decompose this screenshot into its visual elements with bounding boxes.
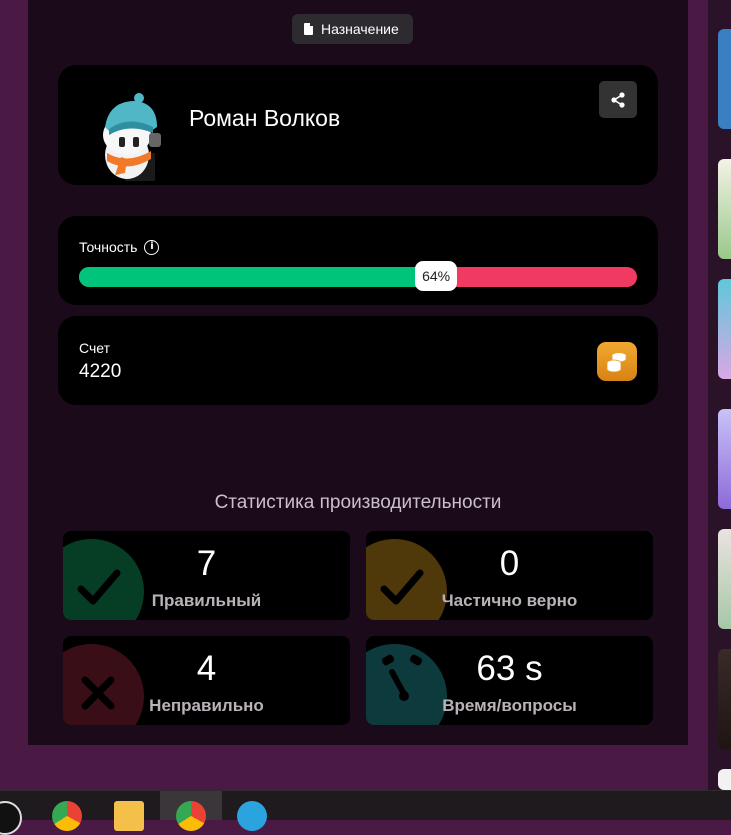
- thumbnail[interactable]: [718, 409, 731, 509]
- thumbnail[interactable]: [718, 769, 731, 790]
- score-card: Счет 4220: [58, 316, 658, 405]
- accuracy-bar-fill: [79, 267, 437, 287]
- score-value: 4220: [79, 361, 122, 382]
- stat-time-per-question: 63 s Время/вопросы: [366, 636, 653, 725]
- tiktok-icon[interactable]: [0, 801, 22, 835]
- accuracy-label-row: Точность i: [79, 239, 160, 255]
- thumbnail[interactable]: [718, 159, 731, 259]
- stat-correct: 7 Правильный: [63, 531, 350, 620]
- stats-title: Статистика производительности: [214, 492, 502, 513]
- accuracy-bar: [79, 267, 637, 287]
- thumbnail[interactable]: [718, 529, 731, 629]
- score-label: Счет: [79, 340, 110, 356]
- share-icon: [611, 91, 625, 108]
- thumbnail[interactable]: [718, 279, 731, 379]
- stat-partially-correct: 0 Частично верно: [366, 531, 653, 620]
- accuracy-percent-badge: 64%: [415, 261, 458, 291]
- stat-value: 4: [196, 649, 217, 688]
- taskbar: [0, 790, 731, 835]
- profile-card: Роман Волков: [58, 65, 658, 185]
- chrome-icon[interactable]: [176, 801, 206, 831]
- stat-value: 7: [196, 544, 217, 583]
- stat-value: 63 s: [476, 649, 543, 688]
- info-icon[interactable]: i: [144, 239, 160, 255]
- document-icon: [304, 23, 313, 35]
- user-name: Роман Волков: [189, 105, 341, 131]
- assignment-chip[interactable]: Назначение: [292, 14, 413, 44]
- assignment-chip-label: Назначение: [321, 21, 399, 37]
- share-button[interactable]: [599, 81, 637, 118]
- folder-icon[interactable]: [114, 801, 144, 831]
- stat-label: Неправильно: [149, 696, 264, 715]
- stat-incorrect: 4 Неправильно: [63, 636, 350, 725]
- quiz-result-panel: Назначение Роман Волков Точность i 64% С…: [28, 0, 688, 745]
- chrome-icon[interactable]: [52, 801, 82, 831]
- coins-icon: [606, 352, 627, 372]
- accuracy-label: Точность: [79, 239, 138, 255]
- telegram-icon[interactable]: [237, 801, 267, 831]
- coins-badge: [597, 342, 637, 381]
- stat-label: Частично верно: [441, 591, 578, 610]
- thumbnail[interactable]: [718, 29, 731, 129]
- accuracy-card: Точность i 64%: [58, 216, 658, 305]
- stat-label: Время/вопросы: [442, 696, 577, 715]
- thumbnail[interactable]: [718, 649, 731, 749]
- stat-label: Правильный: [151, 591, 262, 610]
- right-thumbnail-strip: [708, 0, 731, 790]
- stat-value: 0: [499, 544, 520, 583]
- avatar: [103, 93, 161, 181]
